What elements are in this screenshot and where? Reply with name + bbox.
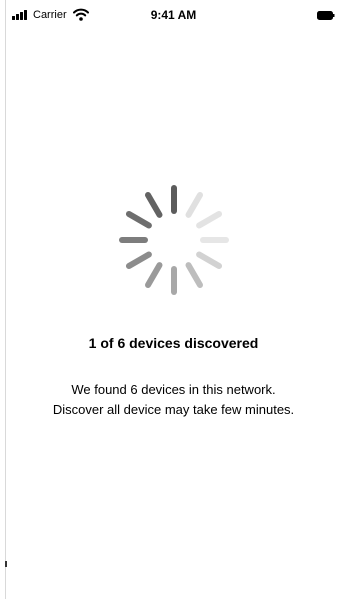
discovery-progress-title: 1 of 6 devices discovered [88,335,259,351]
discovery-description: We found 6 devices in this network. Disc… [7,380,340,420]
spinner-spoke [196,251,223,269]
left-edge-line [5,0,6,599]
status-time: 9:41 AM [150,8,197,22]
loading-spinner-icon [119,185,229,295]
battery-icon [317,11,335,20]
description-line-1: We found 6 devices in this network. [71,382,276,397]
spinner-spoke [125,251,152,269]
status-bar: Carrier 9:41 AM [7,0,340,30]
spinner-spoke [145,262,163,289]
spinner-spoke [185,262,203,289]
spinner-spoke [185,191,203,218]
description-line-2: Discover all device may take few minutes… [52,402,295,417]
spinner-spoke [196,211,223,229]
spinner-spoke [145,191,163,218]
discovery-screen: Carrier 9:41 AM 1 of 6 devices discovere… [7,0,340,599]
spinner-spoke [125,211,152,229]
